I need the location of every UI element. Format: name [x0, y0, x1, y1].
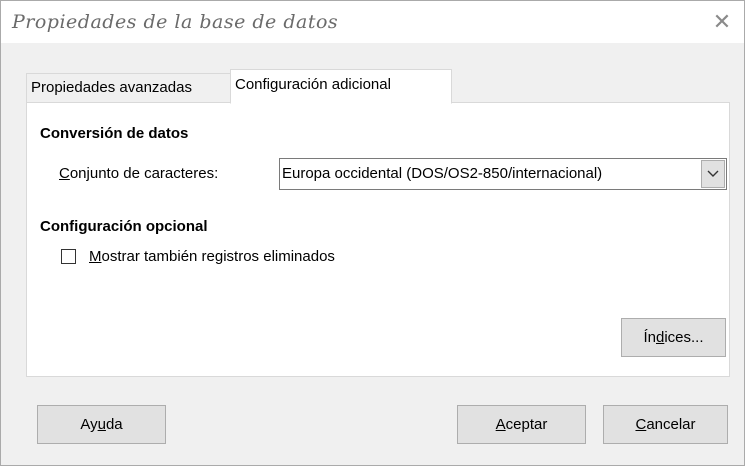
- tab-additional-settings[interactable]: Configuración adicional: [230, 69, 452, 104]
- charset-selected-value: Europa occidental (DOS/OS2-850/internaci…: [282, 165, 603, 182]
- show-deleted-records-checkbox[interactable]: [61, 249, 76, 264]
- title-bar: Propiedades de la base de datos ✕: [1, 1, 744, 43]
- chevron-down-icon: [707, 170, 719, 177]
- database-properties-dialog: Propiedades de la base de datos ✕ Propie…: [0, 0, 745, 466]
- charset-select[interactable]: Europa occidental (DOS/OS2-850/internaci…: [279, 158, 727, 190]
- tab-advanced-properties[interactable]: Propiedades avanzadas: [26, 73, 233, 102]
- charset-dropdown-button[interactable]: [701, 160, 725, 188]
- optional-settings-heading: Configuración opcional: [40, 218, 208, 235]
- data-conversion-heading: Conversión de datos: [40, 125, 189, 142]
- close-button[interactable]: ✕: [700, 1, 744, 43]
- close-icon: ✕: [712, 9, 732, 35]
- show-deleted-records-label[interactable]: Mostrar también registros eliminados: [89, 248, 335, 265]
- tab-panel-additional-settings: Conversión de datos Conjunto de caracter…: [26, 102, 730, 377]
- cancel-button[interactable]: Cancelar: [603, 405, 728, 444]
- ok-button[interactable]: Aceptar: [457, 405, 586, 444]
- window-title: Propiedades de la base de datos: [12, 11, 339, 33]
- help-button[interactable]: Ay u da: [37, 405, 166, 444]
- indexes-button[interactable]: Ín d ices...: [621, 318, 726, 357]
- charset-label: Conjunto de caracteres:: [59, 165, 219, 182]
